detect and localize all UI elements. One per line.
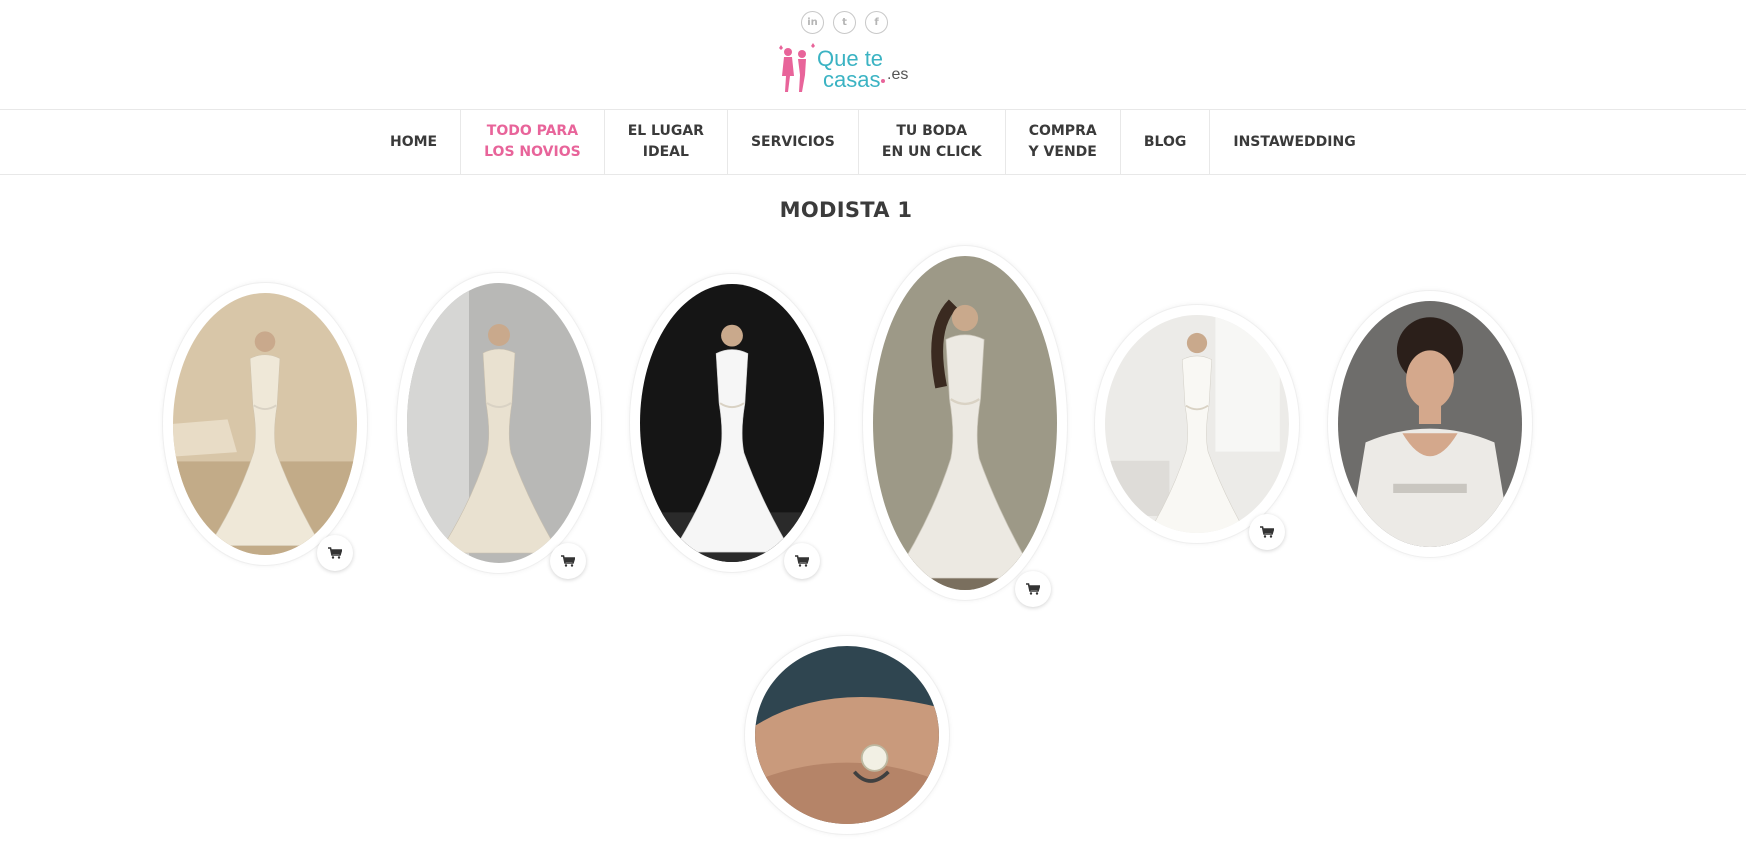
- cart-icon[interactable]: [1249, 514, 1285, 550]
- nav-item-todo-para-los-novios[interactable]: TODO PARA LOS NOVIOS: [460, 110, 604, 174]
- cart-icon[interactable]: [317, 535, 353, 571]
- main-navigation: HOME TODO PARA LOS NOVIOS EL LUGAR IDEAL SE…: [0, 109, 1746, 175]
- svg-text:.es: .es: [887, 66, 908, 83]
- nav-item-compra-y-vende[interactable]: COMPRA Y VENDE: [1004, 110, 1120, 174]
- nav-item-instawedding[interactable]: INSTAWEDDING: [1209, 110, 1378, 174]
- dress-photo: [1105, 315, 1289, 533]
- nav-item-servicios[interactable]: SERVICIOS: [726, 110, 858, 174]
- dress-photo: [173, 293, 357, 555]
- twitter-icon[interactable]: t: [833, 11, 856, 34]
- nav-item-el-lugar-ideal[interactable]: EL LUGAR IDEAL: [603, 110, 727, 174]
- gallery-item-ring[interactable]: [745, 636, 949, 834]
- svg-text:casas: casas: [823, 67, 880, 92]
- gallery-item-dress-4[interactable]: [863, 246, 1067, 600]
- cart-icon[interactable]: [1015, 571, 1051, 607]
- dress-photo: [873, 256, 1057, 590]
- nav-item-home[interactable]: HOME: [367, 110, 460, 174]
- dress-photo: [640, 284, 824, 562]
- nav-item-blog[interactable]: BLOG: [1119, 110, 1210, 174]
- logo-image: Que te casas .es: [779, 43, 908, 92]
- gallery-item-dress-5[interactable]: [1095, 305, 1299, 543]
- site-logo[interactable]: Que te casas .es: [775, 42, 925, 98]
- linkedin-icon[interactable]: in: [801, 11, 824, 34]
- nav-list: HOME TODO PARA LOS NOVIOS EL LUGAR IDEAL SE…: [367, 110, 1379, 174]
- gallery-item-dress-6[interactable]: [1328, 291, 1532, 557]
- nav-item-tu-boda-en-un-click[interactable]: TU BODA EN UN CLICK: [857, 110, 1005, 174]
- dress-photo: [407, 283, 591, 563]
- gallery-item-dress-2[interactable]: [397, 273, 601, 573]
- cart-icon[interactable]: [550, 543, 586, 579]
- dress-photo: [1338, 301, 1522, 547]
- ring-photo: [755, 646, 939, 824]
- facebook-icon[interactable]: f: [865, 11, 888, 34]
- social-links: in t f: [801, 11, 888, 34]
- gallery-item-dress-3[interactable]: [630, 274, 834, 572]
- gallery-item-dress-1[interactable]: [163, 283, 367, 565]
- page-title: MODISTA 1: [779, 198, 913, 222]
- cart-icon[interactable]: [784, 543, 820, 579]
